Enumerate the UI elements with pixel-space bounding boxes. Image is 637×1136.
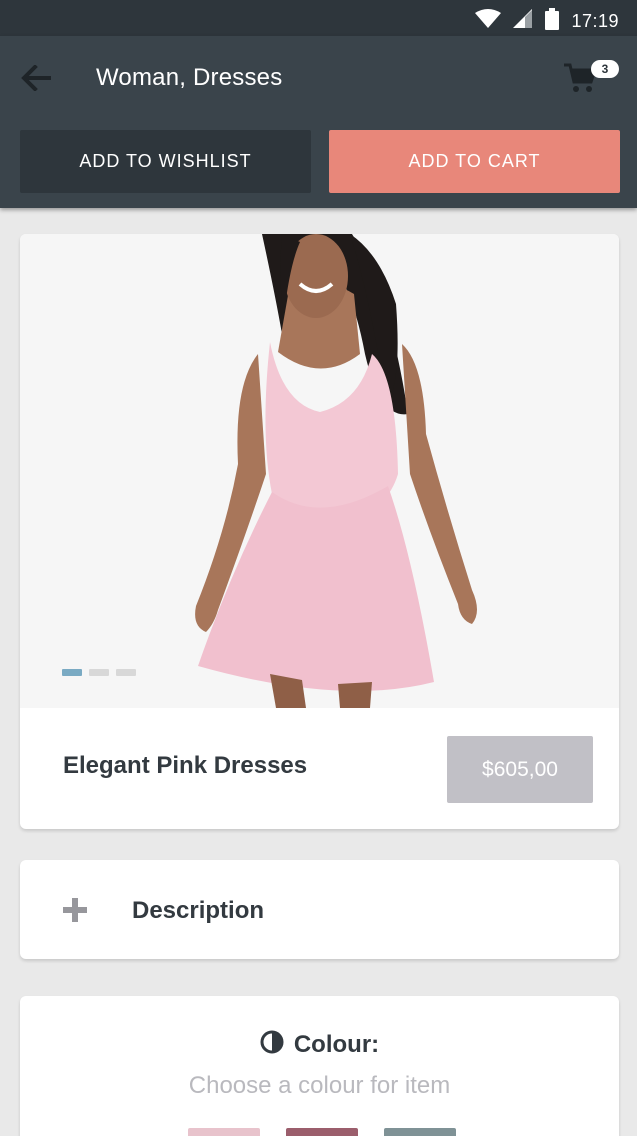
colour-swatch[interactable]	[188, 1128, 260, 1136]
price-tag: $605,00	[447, 736, 593, 803]
colour-subtitle: Choose a colour for item	[188, 1072, 451, 1099]
dress-model-image	[195, 234, 477, 708]
image-pager	[62, 669, 136, 676]
product-image[interactable]	[20, 234, 619, 708]
plus-icon	[62, 897, 88, 923]
colour-swatch[interactable]	[384, 1128, 456, 1136]
colour-card: Colour: Choose a colour for item	[20, 996, 619, 1136]
status-icons: 17:19	[475, 8, 619, 35]
colour-swatches	[188, 1128, 456, 1136]
colour-title: Colour:	[293, 1030, 380, 1058]
product-card: Elegant Pink Dresses $605,00	[20, 234, 619, 829]
pager-dot[interactable]	[62, 669, 82, 676]
colour-header: Colour:	[20, 1029, 619, 1060]
add-to-wishlist-button[interactable]: ADD TO WISHLIST	[20, 130, 311, 193]
product-name: Elegant Pink Dresses	[63, 752, 308, 779]
app-bar: Woman, Dresses 3 ADD TO WISHLIST ADD TO …	[0, 36, 637, 208]
description-label: Description	[132, 897, 265, 924]
battery-icon	[545, 8, 560, 35]
signal-icon	[513, 9, 533, 34]
pager-dot[interactable]	[89, 669, 109, 676]
colour-swatch[interactable]	[286, 1128, 358, 1136]
description-card[interactable]: Description	[20, 860, 619, 959]
back-button[interactable]	[14, 58, 58, 102]
cart-count-badge: 3	[591, 60, 619, 78]
arrow-left-icon	[21, 63, 51, 96]
pager-dot[interactable]	[116, 669, 136, 676]
status-time: 17:19	[571, 11, 619, 31]
add-to-cart-button[interactable]: ADD TO CART	[329, 130, 620, 193]
colour-drop-icon	[260, 1029, 284, 1060]
status-bar: 17:19	[0, 0, 637, 36]
wifi-icon	[475, 9, 502, 34]
cart-button[interactable]: 3	[563, 58, 619, 102]
page-title: Woman, Dresses	[96, 64, 283, 91]
